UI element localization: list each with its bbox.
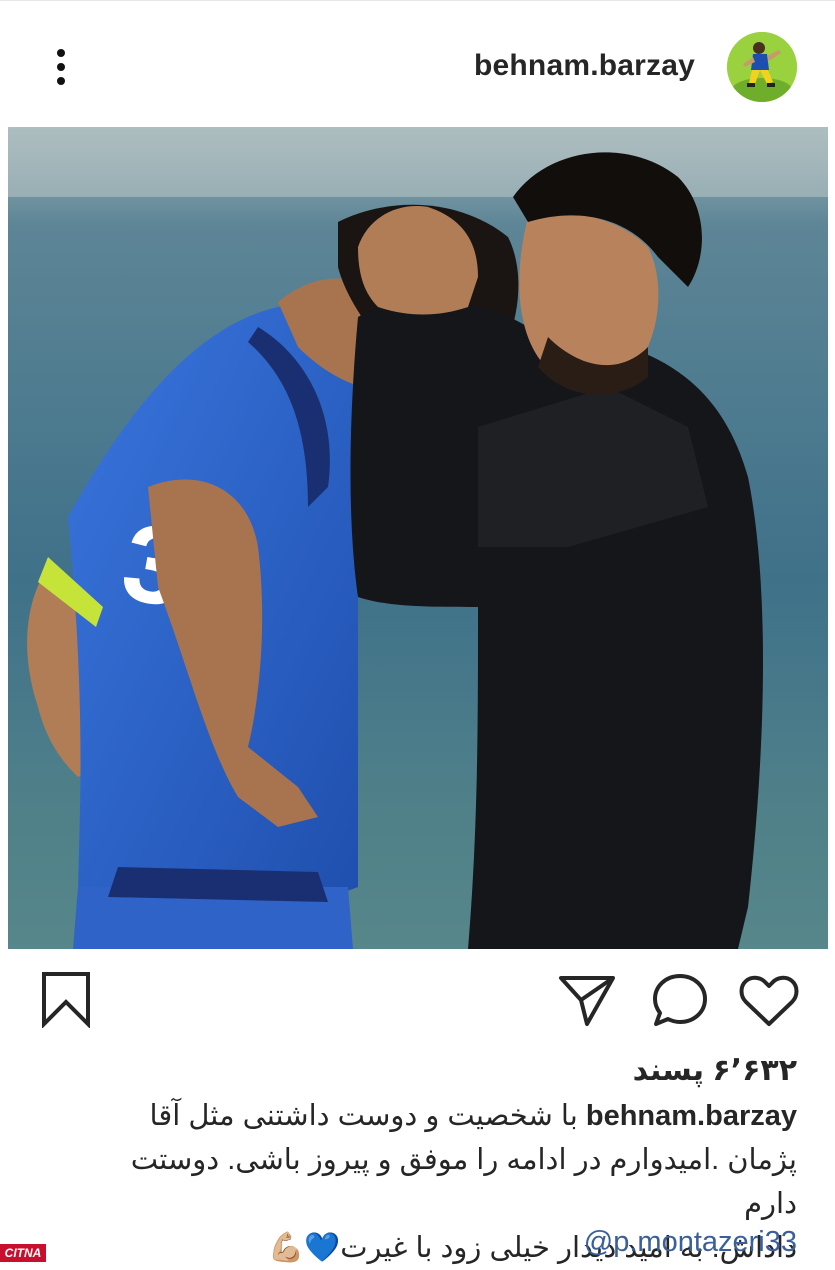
caption-text-1: با شخصیت و دوست داشتنی مثل آقا — [149, 1100, 586, 1132]
bookmark-icon[interactable] — [38, 970, 94, 1033]
comment-icon[interactable] — [650, 972, 710, 1033]
post-username[interactable]: behnam.barzay — [474, 49, 695, 83]
more-dot — [57, 77, 65, 85]
more-options-icon[interactable] — [44, 45, 78, 89]
avatar[interactable] — [727, 32, 797, 102]
action-bar — [0, 960, 835, 1040]
send-icon[interactable] — [557, 972, 617, 1033]
more-dot — [57, 63, 65, 71]
avatar-image — [727, 32, 797, 102]
site-watermark: CITNA — [0, 1244, 46, 1262]
caption-line-1: behnam.barzay با شخصیت و دوست داشتنی مثل… — [77, 1094, 798, 1138]
likes-count[interactable]: ۶٬۶۳۲ پسند — [633, 1053, 797, 1088]
post-photo-image: 33 — [8, 127, 828, 949]
caption-username[interactable]: behnam.barzay — [586, 1100, 797, 1132]
more-dot — [57, 49, 65, 57]
post-photo[interactable]: 33 — [8, 127, 828, 949]
heart-icon[interactable] — [738, 974, 800, 1033]
post-header: behnam.barzay — [0, 0, 835, 126]
caption-line-2: پژمان .امیدوارم در ادامه را موفق و پیروز… — [130, 1144, 797, 1220]
mention-link[interactable]: @p.montazeri33 — [584, 1226, 797, 1259]
